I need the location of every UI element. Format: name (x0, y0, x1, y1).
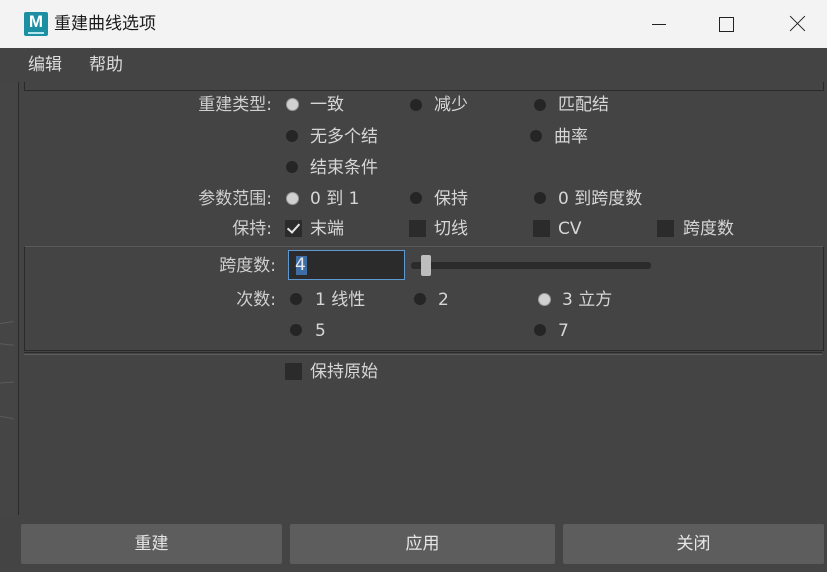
minimize-button[interactable] (628, 0, 690, 48)
left-edge (0, 82, 18, 572)
option-no-multiple-knots-label: 无多个结 (310, 127, 378, 147)
radio-curvature[interactable] (530, 130, 542, 142)
spans-slider-handle[interactable] (421, 255, 431, 276)
parameter-range-label: 参数范围: (198, 189, 272, 209)
spans-label: 跨度数: (219, 256, 276, 276)
maya-app-icon: M (24, 12, 48, 36)
radio-degree-1[interactable] (290, 293, 302, 305)
rebuild-button[interactable]: 重建 (21, 524, 282, 564)
rebuild-type-label: 重建类型: (198, 95, 272, 115)
keep-ends-label: 末端 (310, 219, 344, 239)
keep-cv-label: CV (558, 219, 582, 239)
checkbox-keep-spans[interactable] (657, 220, 674, 237)
maximize-icon (719, 17, 734, 32)
menu-bar: 编辑 帮助 (0, 48, 827, 82)
radio-range-0-to-1[interactable] (286, 192, 299, 205)
checkbox-keep-original[interactable] (285, 363, 302, 380)
keep-tangents-label: 切线 (434, 219, 468, 239)
keep-label: 保持: (232, 219, 272, 239)
option-uniform-label: 一致 (310, 95, 344, 115)
close-button[interactable]: 关闭 (563, 524, 824, 564)
minimize-icon (652, 24, 666, 25)
radio-degree-2[interactable] (414, 293, 426, 305)
option-range-0-to-1-label: 0 到 1 (310, 189, 360, 209)
apply-button[interactable]: 应用 (290, 524, 555, 564)
checkbox-keep-ends[interactable] (285, 220, 302, 237)
separator (24, 352, 822, 353)
title-bar: M 重建曲线选项 (0, 0, 827, 48)
menu-edit[interactable]: 编辑 (28, 52, 62, 78)
option-range-0-to-spans-label: 0 到跨度数 (558, 189, 643, 209)
radio-uniform[interactable] (286, 98, 299, 111)
option-match-knots-label: 匹配结 (558, 95, 609, 115)
close-window-button[interactable] (765, 0, 827, 48)
radio-no-multiple-knots[interactable] (286, 130, 298, 142)
degree-label: 次数: (236, 290, 276, 310)
spans-input-field[interactable] (288, 250, 410, 280)
checkbox-keep-tangents[interactable] (409, 220, 426, 237)
radio-reduce[interactable] (410, 99, 422, 111)
radio-degree-3[interactable] (538, 293, 551, 306)
option-end-conditions-label: 结束条件 (310, 158, 378, 178)
close-icon (789, 15, 805, 31)
degree-1-label: 1 线性 (315, 290, 366, 310)
radio-match-knots[interactable] (534, 99, 546, 111)
keep-spans-label: 跨度数 (683, 219, 734, 239)
degree-7-label: 7 (558, 321, 569, 341)
spans-slider-track[interactable] (411, 262, 651, 269)
degree-2-label: 2 (438, 290, 449, 310)
spans-input[interactable] (289, 251, 410, 279)
degree-3-label: 3 立方 (562, 290, 613, 310)
radio-degree-7[interactable] (534, 324, 546, 336)
keep-original-label: 保持原始 (310, 362, 378, 382)
option-curvature-label: 曲率 (554, 127, 588, 147)
maximize-button[interactable] (695, 0, 757, 48)
checkbox-keep-cv[interactable] (533, 220, 550, 237)
radio-end-conditions[interactable] (286, 161, 298, 173)
radio-degree-5[interactable] (290, 324, 302, 336)
degree-5-label: 5 (315, 321, 326, 341)
option-range-keep-label: 保持 (434, 189, 468, 209)
option-reduce-label: 减少 (434, 95, 468, 115)
radio-range-keep[interactable] (410, 192, 422, 204)
radio-range-0-to-spans[interactable] (534, 192, 546, 204)
menu-help[interactable]: 帮助 (89, 52, 123, 78)
window-title: 重建曲线选项 (54, 14, 156, 34)
